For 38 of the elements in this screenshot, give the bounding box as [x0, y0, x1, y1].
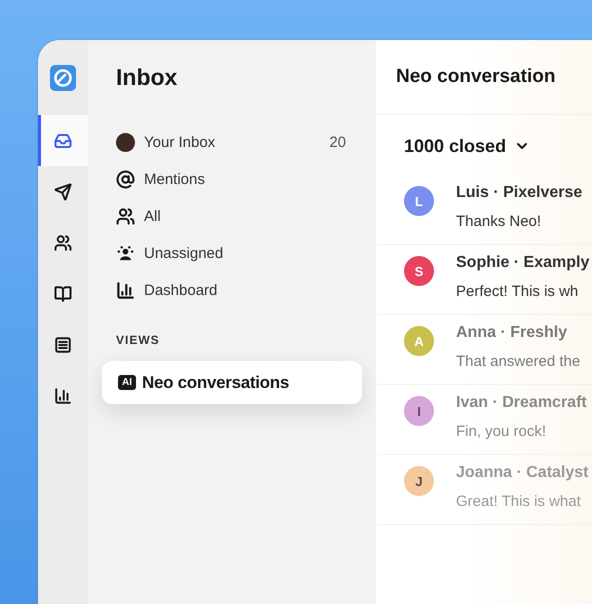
paper-plane-icon	[54, 182, 72, 200]
panel-title: Neo conversation	[376, 40, 592, 115]
ai-badge: AI	[118, 375, 136, 390]
avatar: L	[404, 186, 434, 216]
avatar: J	[404, 466, 434, 496]
item-count: 20	[329, 134, 347, 151]
conversation-name[interactable]: Sophie · Examply	[456, 254, 592, 272]
inbox-icon	[54, 132, 72, 150]
bar-chart-icon	[116, 281, 135, 300]
nav-item[interactable]: Mentions	[144, 171, 348, 188]
message-preview: Perfect! This is wh	[456, 283, 580, 300]
message-box-icon	[54, 336, 72, 354]
filter-dropdown[interactable]: 1000 closed	[404, 136, 506, 156]
nav-item[interactable]: All	[144, 208, 348, 225]
nav-item[interactable]: Your Inbox	[144, 134, 320, 151]
avatar: S	[404, 256, 434, 286]
nav-item[interactable]: Unassigned	[144, 245, 348, 262]
sidebar-title: Inbox	[115, 63, 178, 92]
book-icon	[54, 284, 72, 302]
conversation-name[interactable]: Anna · Freshly	[456, 324, 592, 342]
group-icon	[116, 244, 135, 263]
section-heading: VIEWS	[116, 333, 161, 347]
people-icon	[54, 234, 72, 252]
view-item[interactable]: AI Neo conversations	[102, 361, 362, 404]
bar-chart-icon	[54, 386, 72, 404]
avatar-icon	[116, 133, 135, 152]
message-preview: That answered the	[456, 353, 582, 370]
nav-item[interactable]: Dashboard	[144, 282, 348, 299]
message-preview: Thanks Neo!	[456, 213, 542, 230]
logo-icon	[50, 64, 76, 90]
people-icon	[116, 207, 135, 226]
avatar: I	[404, 396, 434, 426]
message-preview: Fin, you rock!	[456, 423, 548, 440]
at-sign-icon	[116, 170, 135, 189]
conversation-name[interactable]: Luis · Pixelverse	[456, 184, 592, 202]
avatar: A	[404, 326, 434, 356]
view-label: Neo conversations	[142, 372, 290, 392]
message-preview: Great! This is what	[456, 493, 582, 510]
